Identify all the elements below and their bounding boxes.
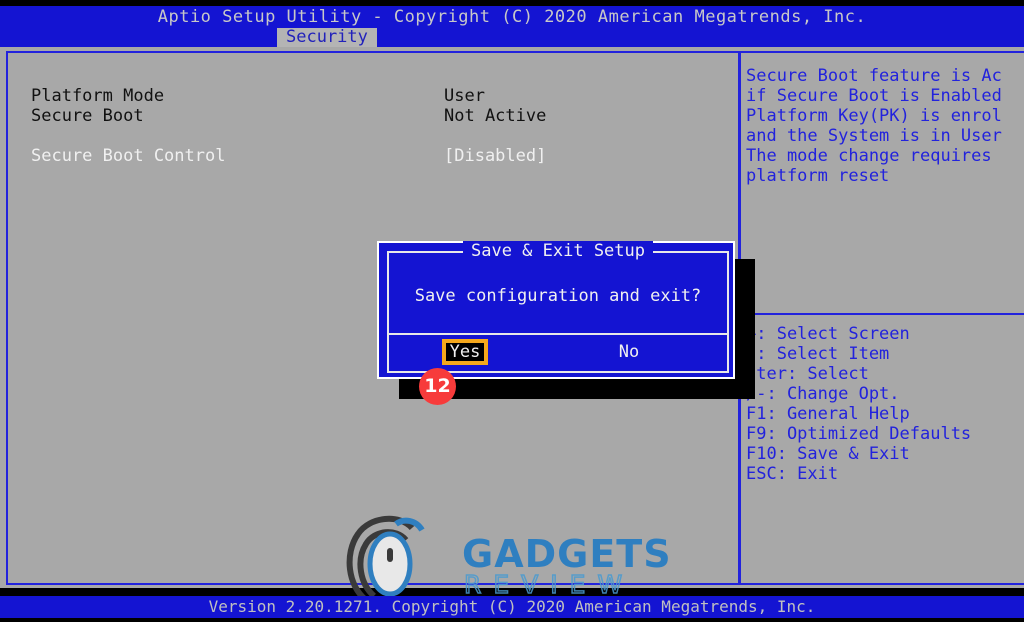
setting-value-secure-boot: Not Active xyxy=(444,106,547,126)
help-text-line-5: The mode change requires xyxy=(746,146,992,166)
dialog-no-button[interactable]: No xyxy=(601,341,657,363)
bios-setup-screen: Aptio Setup Utility - Copyright (C) 2020… xyxy=(0,0,1024,622)
horizontal-divider xyxy=(741,313,1024,315)
setting-label-platform-mode: Platform Mode xyxy=(31,86,165,106)
key-legend-select-item: ↓: Select Item xyxy=(746,344,890,364)
help-text-line-2: if Secure Boot is Enabled xyxy=(746,86,1002,106)
key-legend-save-exit: F10: Save & Exit xyxy=(746,444,910,464)
key-legend-general-help: F1: General Help xyxy=(746,404,910,424)
dialog-title-text: Save & Exit Setup xyxy=(463,241,653,261)
setting-value-platform-mode: User xyxy=(444,86,485,106)
status-bar: Version 2.20.1271. Copyright (C) 2020 Am… xyxy=(0,596,1024,618)
help-text-line-4: and the System is in User xyxy=(746,126,1002,146)
dialog-button-separator xyxy=(389,333,727,335)
setting-label-secure-boot: Secure Boot xyxy=(31,106,144,126)
title-bar: Aptio Setup Utility - Copyright (C) 2020… xyxy=(0,6,1024,28)
dialog-yes-button[interactable]: Yes xyxy=(442,339,488,365)
help-text-line-6: platform reset xyxy=(746,166,890,186)
help-text-line-1: Secure Boot feature is Ac xyxy=(746,66,1002,86)
setting-value-secure-boot-control[interactable]: [Disabled] xyxy=(444,146,546,166)
key-legend-select-screen: ←: Select Screen xyxy=(746,324,910,344)
tab-security[interactable]: Security xyxy=(277,28,377,47)
status-bar-text: Version 2.20.1271. Copyright (C) 2020 Am… xyxy=(208,597,816,616)
key-legend-change-opt: /-: Change Opt. xyxy=(746,384,900,404)
title-bar-text: Aptio Setup Utility - Copyright (C) 2020… xyxy=(157,7,867,27)
help-text-line-3: Platform Key(PK) is enrol xyxy=(746,106,1002,126)
dialog-inner-border xyxy=(387,251,729,373)
dialog-title: Save & Exit Setup xyxy=(379,241,737,261)
save-exit-dialog: Save & Exit Setup Save configuration and… xyxy=(377,241,735,379)
tab-strip: Security xyxy=(0,28,1024,47)
setting-label-secure-boot-control[interactable]: Secure Boot Control xyxy=(31,146,225,166)
key-legend-esc-exit: ESC: Exit xyxy=(746,464,839,484)
step-number-badge: 12 xyxy=(419,368,456,405)
key-legend-enter-select: nter: Select xyxy=(746,364,869,384)
dialog-message: Save configuration and exit? xyxy=(414,286,702,306)
key-legend-optimized-defaults: F9: Optimized Defaults xyxy=(746,424,972,444)
